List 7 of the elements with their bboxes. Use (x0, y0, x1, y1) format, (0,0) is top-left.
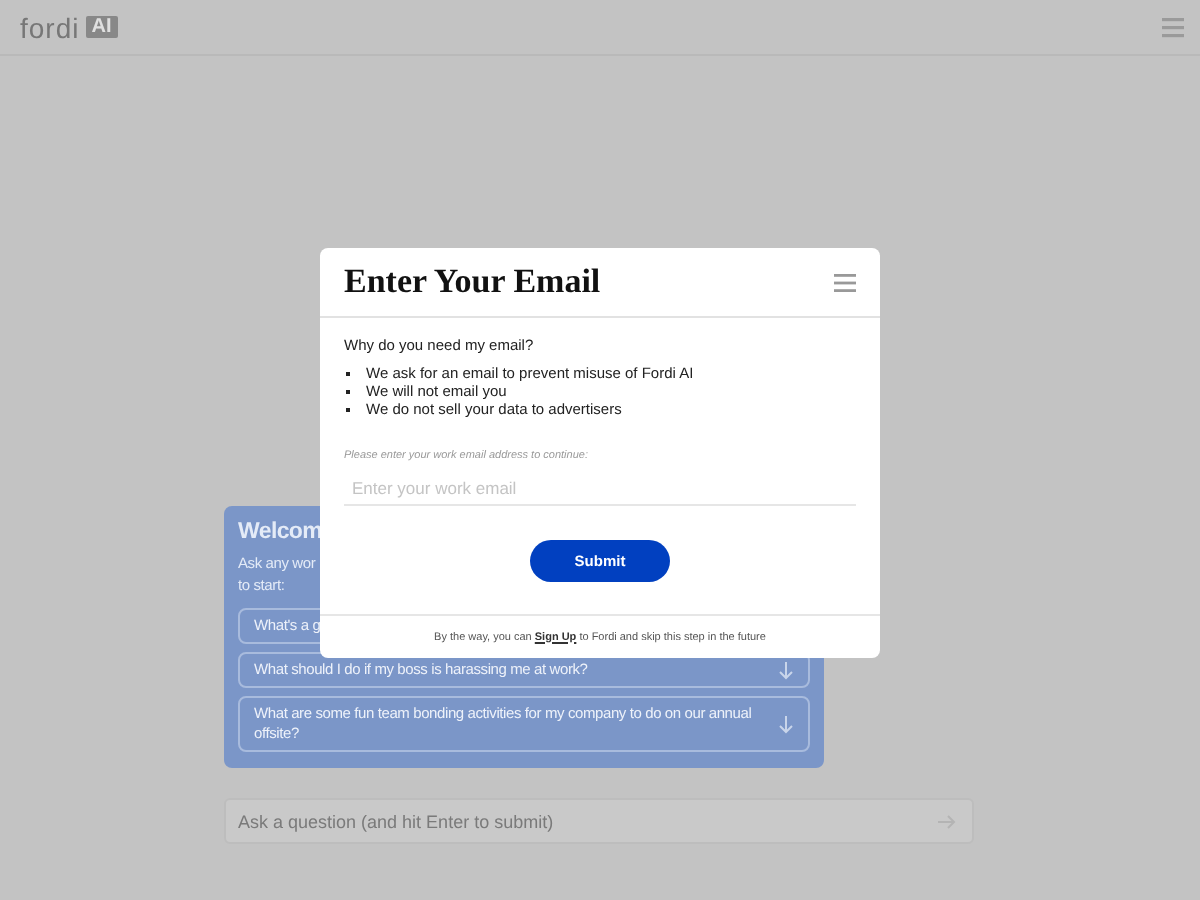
question-field[interactable]: Ask a question (and hit Enter to submit) (224, 798, 974, 844)
logo-badge: AI (85, 16, 118, 38)
menu-icon[interactable] (834, 273, 856, 291)
logo-text: fordi (20, 11, 80, 43)
welcome-title: Welcom (238, 520, 323, 544)
menu-icon[interactable] (1162, 17, 1184, 37)
dialog-title: Enter Your Email (344, 262, 601, 302)
